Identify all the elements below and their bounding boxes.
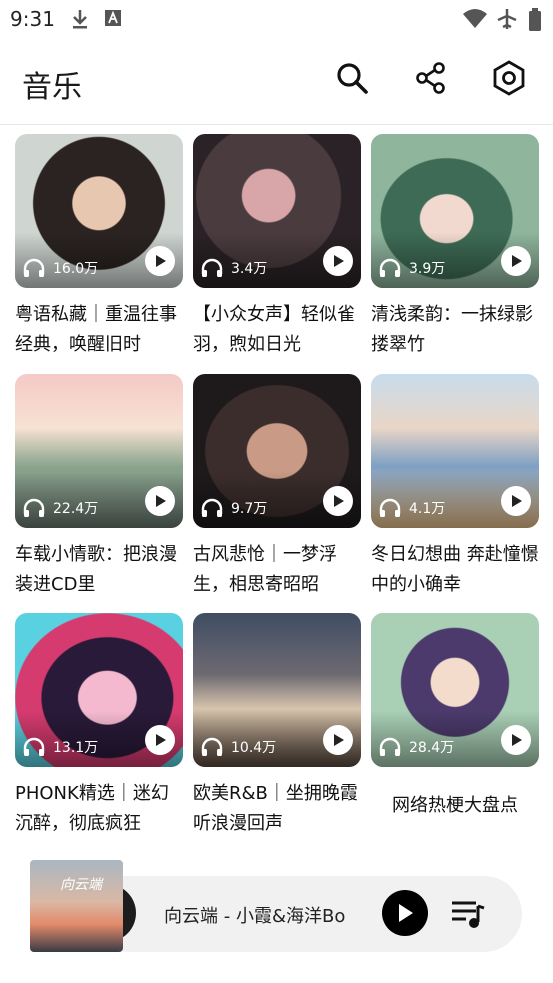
- playlist-cover[interactable]: 10.4万: [193, 613, 361, 767]
- play-button[interactable]: [323, 246, 353, 276]
- play-count: 10.4万: [201, 737, 276, 757]
- mini-play-button[interactable]: [382, 890, 428, 936]
- play-button[interactable]: [145, 725, 175, 755]
- settings-button[interactable]: [487, 58, 531, 102]
- playlist-cover[interactable]: 16.0万: [15, 134, 183, 288]
- headphones-icon: [379, 258, 401, 277]
- play-button[interactable]: [501, 725, 531, 755]
- headphones-icon: [23, 737, 45, 756]
- headphones-icon: [201, 498, 223, 517]
- playlist-title[interactable]: 古风悲怆｜一梦浮生，相思寄昭昭: [193, 540, 361, 600]
- play-count: 9.7万: [201, 498, 267, 518]
- headphones-icon: [23, 498, 45, 517]
- play-count: 16.0万: [23, 258, 98, 278]
- play-button[interactable]: [323, 486, 353, 516]
- queue-music-icon: [452, 901, 485, 928]
- wifi-icon: [462, 8, 488, 34]
- play-count: 22.4万: [23, 498, 98, 518]
- play-count: 3.4万: [201, 258, 267, 278]
- playlist-cover[interactable]: 22.4万: [15, 374, 183, 528]
- app-bar: 音乐: [0, 40, 553, 125]
- playlist-cover[interactable]: 28.4万: [371, 613, 539, 767]
- play-button[interactable]: [501, 486, 531, 516]
- share-icon: [414, 61, 448, 99]
- playlist-title[interactable]: 冬日幻想曲 奔赴憧憬中的小确幸: [371, 540, 539, 600]
- play-icon: [156, 495, 166, 507]
- playlist-title[interactable]: 清浅柔韵：一抹绿影搂翠竹: [371, 300, 539, 360]
- mini-player[interactable]: 向云端 向云端 - 小霞&海洋Bo: [30, 860, 522, 952]
- headphones-icon: [23, 258, 45, 277]
- playlist-cover[interactable]: 3.4万: [193, 134, 361, 288]
- play-icon: [156, 255, 166, 267]
- play-button[interactable]: [323, 725, 353, 755]
- play-button[interactable]: [145, 486, 175, 516]
- playlist-cover[interactable]: 3.9万: [371, 134, 539, 288]
- headphones-icon: [379, 737, 401, 756]
- play-count: 4.1万: [379, 498, 445, 518]
- playlist-title[interactable]: 网络热梗大盘点: [371, 791, 539, 821]
- play-icon: [512, 734, 522, 746]
- playlist-title[interactable]: 欧美R&B｜坐拥晚霞听浪漫回声: [193, 779, 361, 839]
- headphones-icon: [201, 258, 223, 277]
- play-count: 13.1万: [23, 737, 98, 757]
- cover-title: 向云端: [60, 877, 102, 893]
- search-icon: [335, 61, 369, 99]
- download-icon: [70, 8, 90, 34]
- battery-icon: [528, 8, 542, 36]
- play-icon: [512, 255, 522, 267]
- playlist-cover[interactable]: 4.1万: [371, 374, 539, 528]
- playlist-cover[interactable]: 13.1万: [15, 613, 183, 767]
- playlist-title[interactable]: PHONK精选｜迷幻沉醉，彻底疯狂: [15, 779, 183, 839]
- play-icon: [399, 904, 413, 922]
- play-count: 28.4万: [379, 737, 454, 757]
- play-icon: [512, 495, 522, 507]
- play-icon: [156, 734, 166, 746]
- playlist-title[interactable]: 【小众女声】轻似雀羽，煦如日光: [193, 300, 361, 360]
- play-button[interactable]: [145, 246, 175, 276]
- play-icon: [334, 495, 344, 507]
- settings-hexagon-icon: [492, 60, 526, 100]
- playlist-title[interactable]: 粤语私藏｜重温往事经典，唤醒旧时: [15, 300, 183, 360]
- now-playing-cover[interactable]: 向云端: [30, 860, 123, 952]
- playlist-title[interactable]: 车载小情歌：把浪漫装进CD里: [15, 540, 183, 600]
- keyboard-a-icon: [104, 8, 122, 32]
- playlist-queue-button[interactable]: [450, 898, 486, 930]
- status-bar: 9:31: [0, 0, 553, 40]
- play-icon: [334, 255, 344, 267]
- play-button[interactable]: [501, 246, 531, 276]
- play-count: 3.9万: [379, 258, 445, 278]
- search-button[interactable]: [330, 58, 374, 102]
- page-title: 音乐: [22, 70, 82, 105]
- status-time: 9:31: [10, 7, 55, 31]
- headphones-icon: [201, 737, 223, 756]
- airplane-icon: [496, 8, 518, 34]
- play-icon: [334, 734, 344, 746]
- now-playing-song[interactable]: 向云端 - 小霞&海洋Bo: [164, 902, 356, 928]
- headphones-icon: [379, 498, 401, 517]
- share-button[interactable]: [409, 58, 453, 102]
- playlist-cover[interactable]: 9.7万: [193, 374, 361, 528]
